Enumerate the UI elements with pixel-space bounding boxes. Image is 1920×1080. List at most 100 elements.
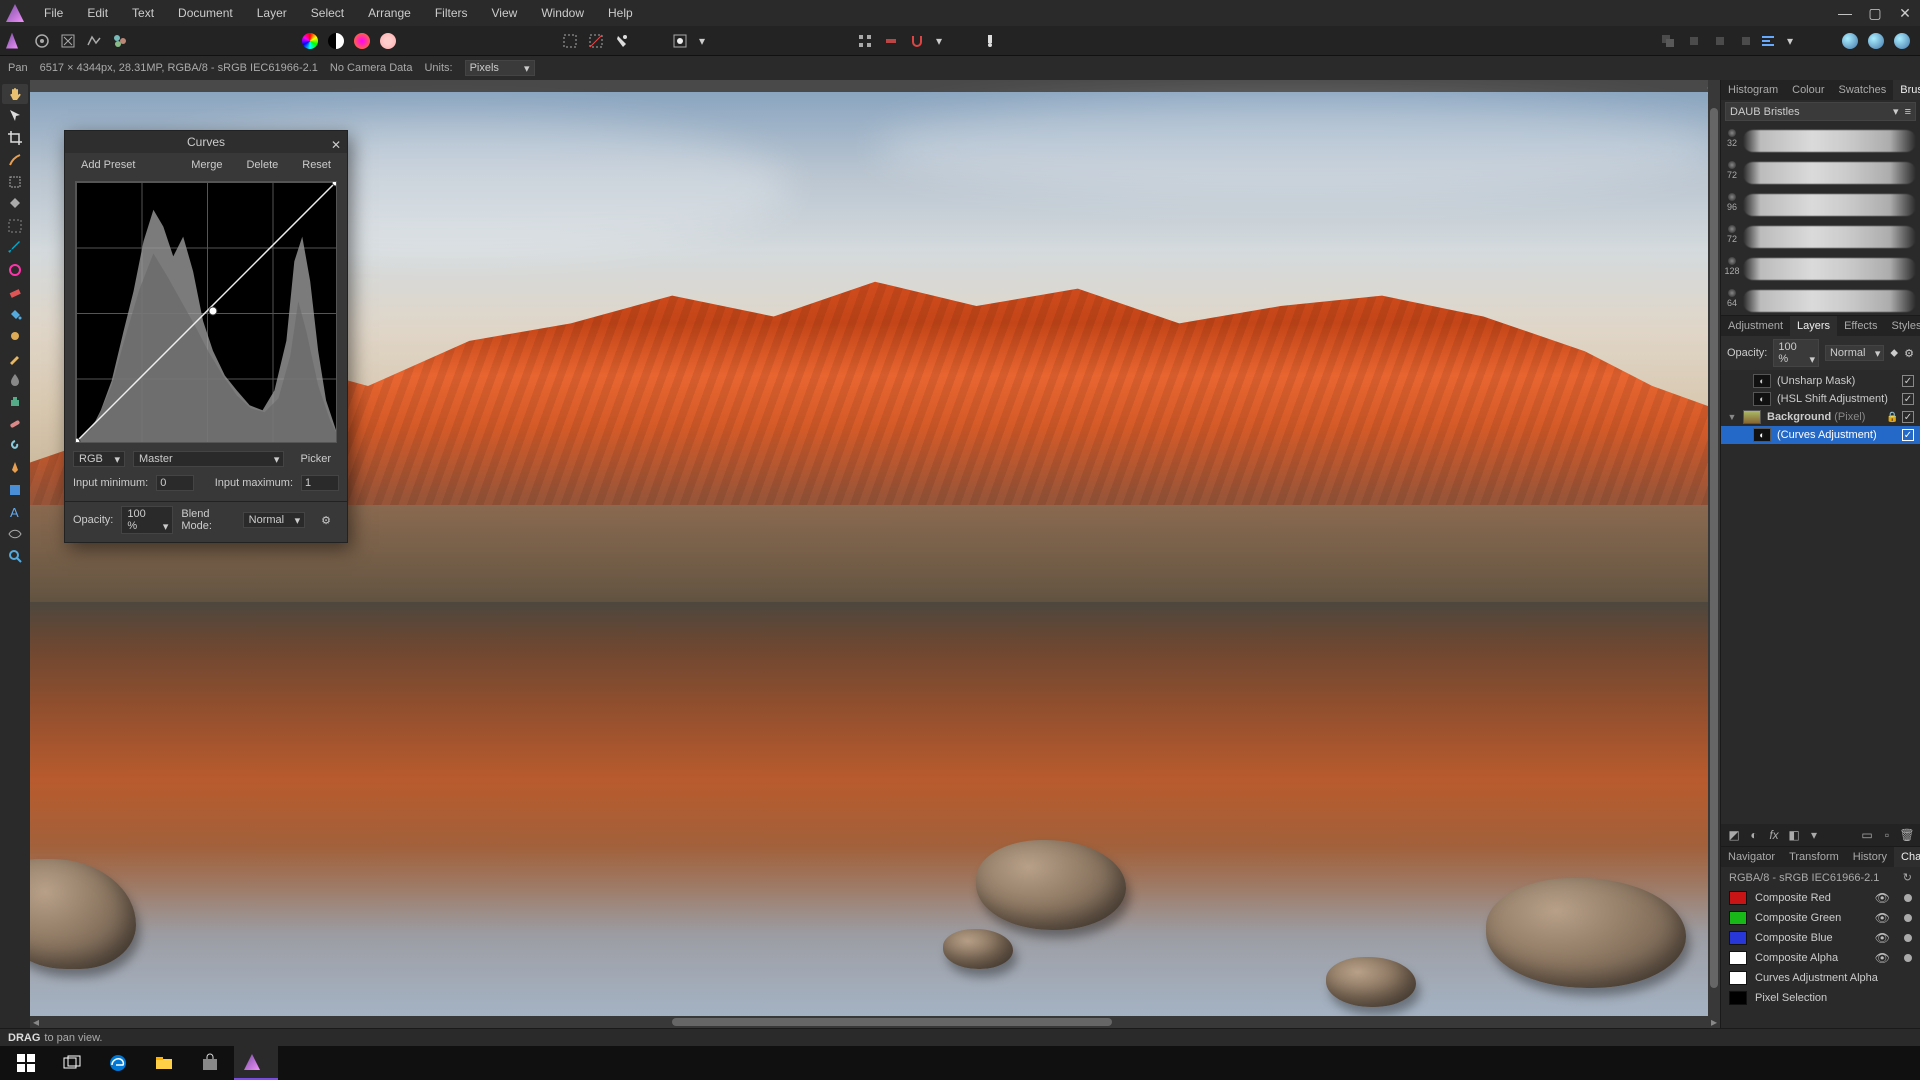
layer-visibility-checkbox[interactable]: ✓	[1902, 393, 1914, 405]
tab-effects[interactable]: Effects	[1837, 316, 1884, 336]
paint-mix-icon[interactable]	[2, 260, 28, 280]
edge-icon[interactable]	[96, 1046, 140, 1080]
layer-visibility-checkbox[interactable]: ✓	[1902, 411, 1914, 423]
brush-panel-menu-icon[interactable]: ≡	[1905, 106, 1911, 118]
blur-tool-icon[interactable]	[2, 370, 28, 390]
snap-grid-icon[interactable]	[855, 31, 875, 51]
snap-magnet-icon[interactable]	[907, 31, 927, 51]
explorer-icon[interactable]	[142, 1046, 186, 1080]
tab-styles[interactable]: Styles	[1885, 316, 1920, 336]
channel-edit-icon[interactable]	[1904, 934, 1912, 942]
dropdown-arrow-icon[interactable]: ▾	[696, 31, 708, 51]
layer-gear-icon[interactable]: ⚙	[1904, 347, 1914, 360]
brush-preset[interactable]: 72	[1725, 157, 1916, 189]
layer-adjust-icon[interactable]: ◐	[1747, 828, 1761, 842]
channel-row[interactable]: Composite Green👁	[1721, 908, 1920, 928]
brush-preset[interactable]: 128	[1725, 253, 1916, 285]
channel-row[interactable]: Pixel Selection	[1721, 988, 1920, 1008]
curves-gear-icon[interactable]: ⚙	[313, 512, 339, 529]
selection-brush-icon[interactable]	[2, 150, 28, 170]
refine-selection-icon[interactable]	[612, 31, 632, 51]
channel-edit-icon[interactable]	[1904, 954, 1912, 962]
menu-select[interactable]: Select	[299, 2, 356, 24]
curves-opacity-select[interactable]: 100 %	[121, 506, 173, 534]
mesh-tool-icon[interactable]	[2, 524, 28, 544]
arrange-group-icon[interactable]	[1658, 31, 1678, 51]
clone-tool-icon[interactable]	[2, 392, 28, 412]
picker-button[interactable]: Picker	[292, 451, 339, 467]
menu-window[interactable]: Window	[529, 2, 596, 24]
snap-toggle-icon[interactable]	[881, 31, 901, 51]
channel-mode-select[interactable]: RGB	[73, 451, 125, 467]
brush-preset[interactable]: 32	[1725, 125, 1916, 157]
tab-channels[interactable]: Channels	[1894, 847, 1920, 867]
stack-live-icon[interactable]	[1866, 31, 1886, 51]
layer-add-icon[interactable]: ▫	[1880, 828, 1894, 842]
channel-visibility-icon[interactable]: 👁	[1875, 891, 1890, 905]
reset-button[interactable]: Reset	[294, 157, 339, 173]
layer-expand-icon[interactable]: ▼	[1727, 412, 1737, 422]
add-preset-button[interactable]: Add Preset	[73, 157, 143, 173]
taskview-button[interactable]	[50, 1046, 94, 1080]
layers-opacity-select[interactable]: 100 %	[1773, 339, 1819, 367]
store-icon[interactable]	[188, 1046, 232, 1080]
persona-liquify-icon[interactable]	[32, 31, 52, 51]
persona-develop-icon[interactable]	[58, 31, 78, 51]
vertical-scrollbar[interactable]	[1708, 80, 1720, 1016]
curves-dialog[interactable]: Curves ✕ Add Preset Merge Delete Reset R…	[64, 130, 348, 543]
quickmask-icon[interactable]	[670, 31, 690, 51]
layers-blendmode-select[interactable]: Normal	[1825, 345, 1884, 361]
layer-mask-icon[interactable]: ◩	[1727, 828, 1741, 842]
brush-preset[interactable]: 96	[1725, 189, 1916, 221]
layer-item-background[interactable]: ▼ Background (Pixel) 🔒 ✓	[1721, 408, 1920, 426]
dropdown-arrow-icon[interactable]: ▾	[933, 31, 945, 51]
shape-tool-icon[interactable]	[2, 480, 28, 500]
window-close[interactable]: ✕	[1896, 5, 1914, 22]
delete-button[interactable]: Delete	[238, 157, 286, 173]
channel-edit-icon[interactable]	[1904, 894, 1912, 902]
layer-visibility-checkbox[interactable]: ✓	[1902, 429, 1914, 441]
channel-row[interactable]: Composite Red👁	[1721, 888, 1920, 908]
input-max-field[interactable]	[301, 475, 339, 491]
smudge-tool-icon[interactable]	[2, 436, 28, 456]
window-minimize[interactable]: —	[1836, 5, 1854, 22]
affinity-taskbar-icon[interactable]	[234, 1046, 278, 1080]
align-icon[interactable]	[1758, 31, 1778, 51]
paintbrush-tool-icon[interactable]	[2, 238, 28, 258]
blendmode-select[interactable]: Normal	[243, 512, 305, 528]
marquee-tool-icon[interactable]	[2, 172, 28, 192]
tab-swatches[interactable]: Swatches	[1832, 80, 1894, 100]
merge-button[interactable]: Merge	[183, 157, 230, 173]
menu-filters[interactable]: Filters	[423, 2, 480, 24]
channel-visibility-icon[interactable]: 👁	[1875, 951, 1890, 965]
layer-lock-icon[interactable]: ⬥	[1890, 347, 1898, 360]
selection-none-icon[interactable]	[586, 31, 606, 51]
rgb-wheel-icon[interactable]	[300, 31, 320, 51]
units-select[interactable]: Pixels	[465, 60, 535, 76]
pen-tool-icon[interactable]	[2, 458, 28, 478]
brush-preset[interactable]: 64	[1725, 285, 1916, 315]
channel-visibility-icon[interactable]: 👁	[1875, 931, 1890, 945]
layer-dropdown-icon[interactable]: ▾	[1807, 828, 1821, 842]
dropdown-arrow-icon[interactable]: ▾	[1784, 31, 1796, 51]
window-maximize[interactable]: ▢	[1866, 5, 1884, 22]
crop-tool-icon[interactable]	[2, 128, 28, 148]
persona-export-icon[interactable]	[110, 31, 130, 51]
layer-delete-icon[interactable]: 🗑	[1900, 828, 1914, 842]
channel-visibility-icon[interactable]: 👁	[1875, 911, 1890, 925]
text-tool-icon[interactable]: A	[2, 502, 28, 522]
layer-blend-icon[interactable]: ◧	[1787, 828, 1801, 842]
arrange-back-icon[interactable]	[1684, 31, 1704, 51]
pixel-tool-icon[interactable]	[2, 216, 28, 236]
channel-row[interactable]: Curves Adjustment Alpha	[1721, 968, 1920, 988]
channel-row[interactable]: Composite Alpha👁	[1721, 948, 1920, 968]
tab-colour[interactable]: Colour	[1785, 80, 1831, 100]
move-tool-icon[interactable]	[2, 106, 28, 126]
tab-navigator[interactable]: Navigator	[1721, 847, 1782, 867]
layer-item[interactable]: ◐ (Unsharp Mask) ✓	[1721, 372, 1920, 390]
menu-help[interactable]: Help	[596, 2, 645, 24]
persona-photo-icon[interactable]	[6, 31, 26, 51]
tab-brushes[interactable]: Brushes	[1893, 80, 1920, 100]
tab-histogram[interactable]: Histogram	[1721, 80, 1785, 100]
channel-edit-icon[interactable]	[1904, 914, 1912, 922]
